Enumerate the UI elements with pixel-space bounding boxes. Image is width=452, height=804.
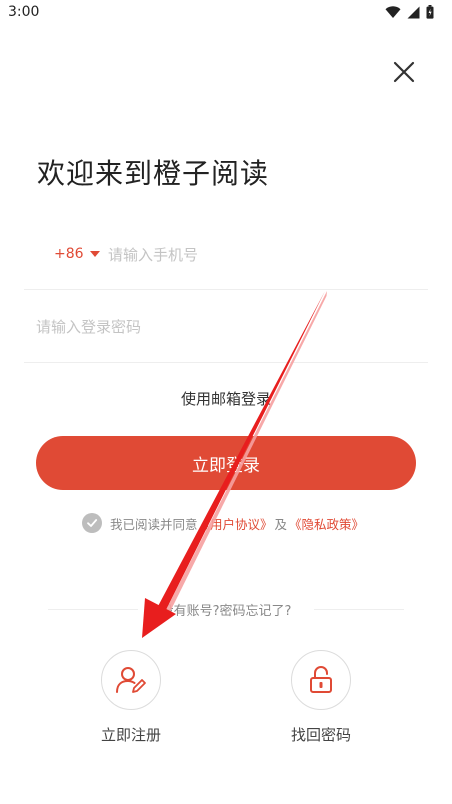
close-icon [393,61,415,83]
password-input[interactable] [36,312,416,342]
unlock-icon [310,666,332,693]
check-icon [87,519,98,527]
recover-password-button[interactable] [291,650,351,710]
agreement-and: 及 [274,516,288,532]
wifi-icon [385,5,401,18]
register-label[interactable]: 立即注册 [71,724,191,745]
battery-icon [426,5,434,19]
divider-label: 没有账号?密码忘记了? [156,604,296,619]
country-code-selector[interactable]: +86 [54,246,100,262]
phone-input[interactable] [108,240,408,270]
page-title: 欢迎来到橙子阅读 [37,157,270,190]
country-code-label: +86 [54,246,84,262]
agreement-checkbox[interactable] [82,513,102,533]
register-button[interactable] [101,650,161,710]
status-bar: 3:00 [0,0,452,26]
phone-row: +86 [24,232,428,290]
divider-text: 没有账号?密码忘记了? [0,600,452,619]
caret-down-icon [89,251,100,257]
login-button[interactable]: 立即登录 [36,436,416,490]
agreement-prefix: 我已阅读并同意 [110,516,198,532]
user-edit-icon [116,667,146,693]
email-login-link[interactable]: 使用邮箱登录 [0,388,452,409]
recover-password-label[interactable]: 找回密码 [261,724,381,745]
password-row [24,300,428,363]
user-agreement-link[interactable]: 《用户协议》 [198,514,273,533]
status-time: 3:00 [8,4,40,20]
privacy-policy-link[interactable]: 《隐私政策》 [289,514,364,533]
status-icons [385,5,434,19]
close-button[interactable] [388,56,420,88]
signal-icon [407,6,420,18]
agreement-row: 我已阅读并同意 《用户协议》 及 《隐私政策》 [82,513,364,533]
